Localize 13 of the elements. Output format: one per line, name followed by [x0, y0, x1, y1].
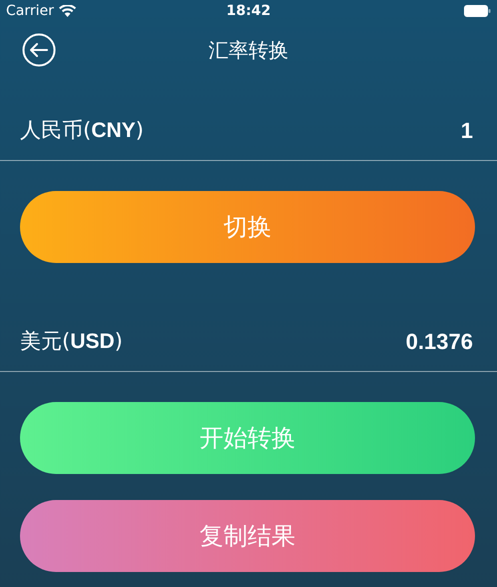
wifi-icon [58, 5, 76, 17]
amount-value: 1 [460, 118, 473, 144]
action-button[interactable]: 复制结果 [20, 500, 475, 572]
screen-title: 汇率转换 [208, 36, 288, 64]
status-time: 18:42 [226, 3, 271, 19]
action-button[interactable]: 开始转换 [20, 402, 475, 474]
amount-value: 0.1376 [406, 329, 473, 355]
action-button[interactable]: 切换 [20, 191, 475, 263]
carrier-label: Carrier [6, 3, 54, 19]
battery-icon [464, 5, 491, 17]
currency-label: 人民币(CNY) [20, 117, 144, 144]
currency-label: 美元(USD) [20, 328, 123, 355]
back-icon[interactable] [22, 33, 56, 67]
